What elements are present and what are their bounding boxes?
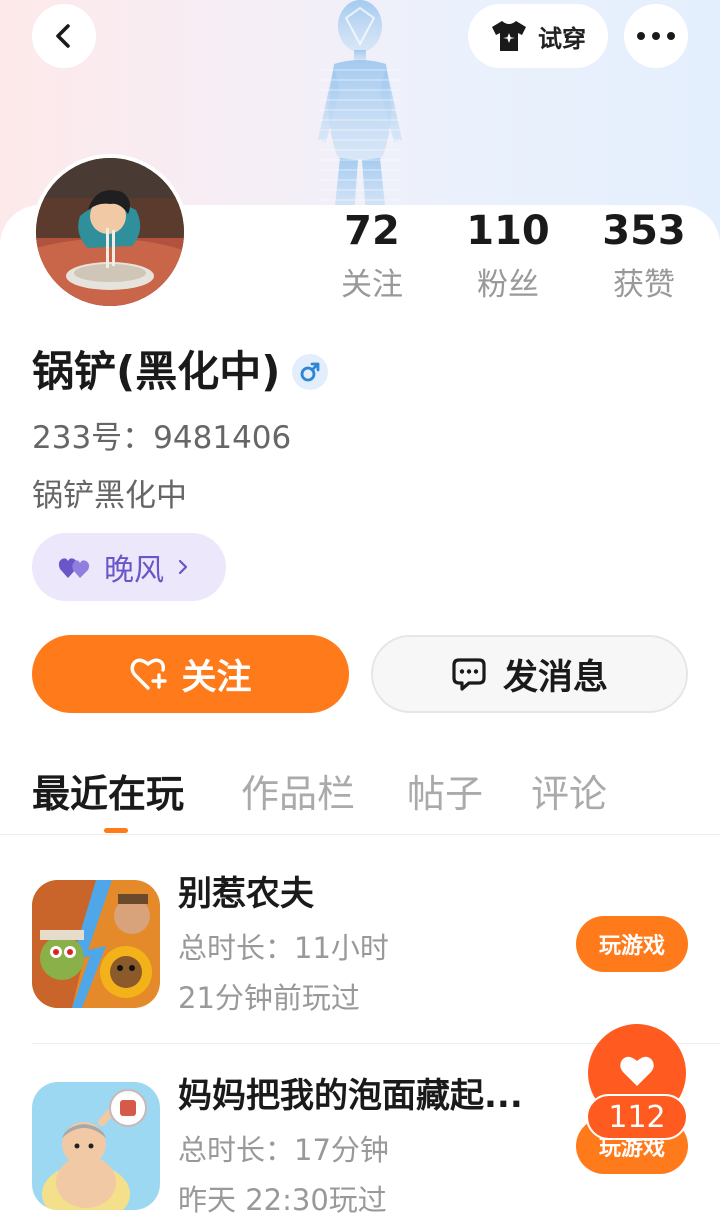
follow-label: 关注: [181, 657, 252, 698]
stat-label: 获赞: [613, 267, 675, 303]
game-art-image: [32, 880, 160, 1008]
like-count-badge: 112: [586, 1094, 688, 1140]
heart-icon: [620, 1056, 654, 1086]
more-horizontal-icon: [637, 32, 675, 40]
game-title: 别惹农夫: [178, 874, 314, 914]
stat-following[interactable]: 72 关注: [302, 205, 442, 309]
gender-badge: [292, 354, 329, 390]
tab-works[interactable]: 作品栏: [241, 766, 355, 822]
stat-value: 72: [344, 208, 400, 254]
stat-label: 关注: [341, 267, 403, 303]
try-on-label: 试穿: [538, 24, 586, 53]
stat-likes[interactable]: 353 获赞: [574, 205, 714, 309]
tab-comments[interactable]: 评论: [531, 766, 607, 822]
profile-tabs: 最近在玩 作品栏 帖子 评论: [0, 760, 720, 835]
fan-group-tag[interactable]: 晚风: [32, 533, 226, 601]
fan-tag-label: 晚风: [104, 553, 164, 588]
game-last-played: 昨天 22:30玩过: [178, 1183, 387, 1217]
game-art-image: [32, 1082, 160, 1210]
game-title: 妈妈把我的泡面藏起...: [178, 1076, 523, 1116]
game-total-duration: 总时长：17分钟: [178, 1133, 389, 1167]
stat-value: 353: [602, 208, 686, 254]
avatar-hologram-figure: [318, 0, 402, 215]
double-heart-icon: [58, 558, 90, 578]
heart-plus-icon: [131, 658, 168, 690]
game-icon-farmer: [32, 880, 160, 1008]
user-bio: 锅铲黑化中: [32, 478, 187, 514]
tab-posts[interactable]: 帖子: [407, 766, 483, 822]
stat-label: 粉丝: [477, 267, 539, 303]
follow-button[interactable]: 关注: [32, 635, 349, 713]
game-list-item[interactable]: 别惹农夫 总时长：11小时 21分钟前玩过 玩游戏: [0, 846, 720, 1046]
name-row: 锅铲(黑化中): [32, 342, 329, 402]
tshirt-icon: [492, 21, 526, 51]
active-tab-indicator: [104, 828, 128, 833]
send-message-label: 发消息: [502, 657, 608, 698]
user-id-label: 233号：: [32, 420, 154, 456]
male-icon: [301, 362, 320, 382]
back-button[interactable]: [32, 4, 96, 68]
more-button[interactable]: [624, 4, 688, 68]
chat-bubble-icon: [452, 658, 486, 691]
chevron-right-icon: [178, 559, 188, 575]
game-total-duration: 总时长：11小时: [178, 931, 389, 965]
stat-followers[interactable]: 110 粉丝: [438, 205, 578, 309]
stats-bar: 72 关注 110 粉丝 353 获赞: [0, 205, 720, 315]
stat-value: 110: [466, 208, 550, 254]
user-id[interactable]: 233号： 9481406: [32, 416, 291, 460]
try-on-button[interactable]: 试穿: [468, 4, 608, 68]
user-name: 锅铲(黑化中): [32, 347, 281, 396]
profile-page: 试穿 72 关注 110 粉丝 353 获赞 锅铲(黑化中) 233号： 948…: [0, 0, 720, 1222]
tab-recently-played[interactable]: 最近在玩: [32, 766, 184, 822]
play-game-button[interactable]: 玩游戏: [576, 916, 688, 972]
game-icon-noodle: [32, 1082, 160, 1210]
chevron-left-icon: [56, 24, 70, 48]
send-message-button[interactable]: 发消息: [371, 635, 688, 713]
user-id-value: 9481406: [153, 420, 292, 456]
game-last-played: 21分钟前玩过: [178, 981, 360, 1015]
